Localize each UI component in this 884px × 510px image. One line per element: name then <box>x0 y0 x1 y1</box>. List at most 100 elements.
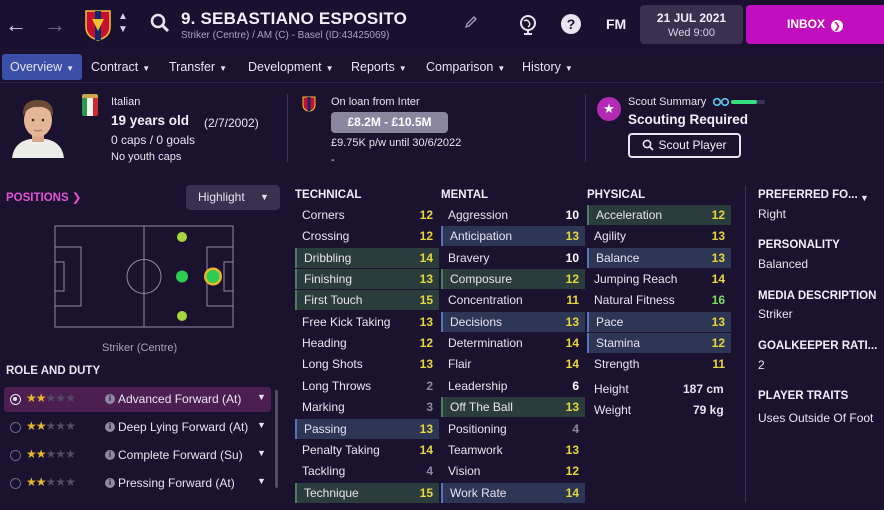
info-icon[interactable]: i <box>105 478 115 488</box>
chevron-down-icon[interactable]: ▼ <box>257 392 266 402</box>
tab-comparison[interactable]: Comparison ▼ <box>418 54 513 80</box>
attribute-row[interactable]: Free Kick Taking 13 <box>295 312 439 332</box>
attribute-row[interactable]: Marking 3 <box>295 397 439 417</box>
info-icon[interactable]: i <box>105 422 115 432</box>
attribute-row[interactable]: Aggression 10 <box>441 205 585 225</box>
attribute-name: Marking <box>302 400 345 415</box>
attribute-row[interactable]: Agility 13 <box>587 226 731 246</box>
player-subtitle: Striker (Centre) / AM (C) - Basel (ID:43… <box>181 30 390 41</box>
attribute-row[interactable]: Crossing 12 <box>295 226 439 246</box>
role-radio[interactable] <box>10 478 21 489</box>
loan-status: On loan from Inter <box>331 96 420 108</box>
attribute-row[interactable]: Teamwork 13 <box>441 440 585 460</box>
attribute-value: 13 <box>565 442 579 457</box>
role-radio[interactable] <box>10 450 21 461</box>
position-dot-aml[interactable] <box>177 232 187 242</box>
attribute-row[interactable]: Composure 12 <box>441 269 585 290</box>
attribute-row[interactable]: Concentration 11 <box>441 290 585 310</box>
inbox-button[interactable]: INBOX ❯ <box>746 5 884 44</box>
edit-pencil-icon[interactable] <box>464 15 478 29</box>
value-range[interactable]: £8.2M - £10.5M <box>331 112 448 133</box>
attribute-row[interactable]: Finishing 13 <box>295 269 439 290</box>
chevron-down-icon: ▼ <box>142 64 151 73</box>
role-row[interactable]: ★★★★★ i Complete Forward (Su) ▼ <box>4 443 271 468</box>
attribute-row[interactable]: Long Shots 13 <box>295 354 439 374</box>
attribute-name: Teamwork <box>448 442 503 457</box>
attribute-row[interactable]: Tackling 4 <box>295 461 439 481</box>
tab-label: Comparison <box>426 60 494 74</box>
info-icon[interactable]: i <box>105 394 115 404</box>
attribute-row[interactable]: Determination 14 <box>441 333 585 353</box>
switch-player-arrows-icon[interactable]: ▲ ▼ <box>118 10 128 36</box>
attribute-row[interactable]: Bravery 10 <box>441 248 585 268</box>
attribute-row[interactable]: Flair 14 <box>441 354 585 374</box>
back-arrow-icon[interactable]: ← <box>5 12 27 38</box>
info-icon[interactable]: i <box>105 450 115 460</box>
tab-development[interactable]: Development ▼ <box>240 54 342 80</box>
attribute-row[interactable]: Leadership 6 <box>441 376 585 396</box>
tab-reports[interactable]: Reports ▼ <box>343 54 415 80</box>
tab-transfer[interactable]: Transfer ▼ <box>161 54 235 80</box>
attribute-row[interactable]: Balance 13 <box>587 247 731 268</box>
star-icon: ★ <box>35 419 47 433</box>
attribute-name: Composure <box>450 272 513 287</box>
attribute-row[interactable]: Natural Fitness 16 <box>587 290 731 310</box>
attribute-row[interactable]: Decisions 13 <box>441 311 585 332</box>
attribute-value: 13 <box>419 357 433 372</box>
chevron-down-icon: ▼ <box>564 64 573 73</box>
position-dot-amr[interactable] <box>177 311 187 321</box>
star-icon: ★ <box>35 391 47 405</box>
tab-overview[interactable]: Overview ▼ <box>2 54 83 80</box>
role-row[interactable]: ★★★★★ i Deep Lying Forward (At) ▼ <box>4 415 271 440</box>
attribute-row[interactable]: Jumping Reach 14 <box>587 269 731 289</box>
attribute-row[interactable]: Anticipation 13 <box>441 226 585 247</box>
attribute-value: 13 <box>565 400 579 415</box>
role-scrollbar[interactable] <box>275 390 278 488</box>
attribute-row[interactable]: Technique 15 <box>295 482 439 503</box>
tab-contract[interactable]: Contract ▼ <box>83 54 158 80</box>
date-display[interactable]: 21 JUL 2021 Wed 9:00 <box>640 5 743 44</box>
scout-player-button[interactable]: Scout Player <box>628 133 741 158</box>
position-dot-amc[interactable] <box>176 270 188 283</box>
attribute-row[interactable]: Pace 13 <box>587 311 731 332</box>
chevron-down-icon: ▼ <box>398 64 407 73</box>
highlight-dropdown[interactable]: Highlight ▼ <box>186 185 280 210</box>
attribute-row[interactable]: Corners 12 <box>295 205 439 225</box>
attribute-name: Acceleration <box>596 208 663 222</box>
position-dot-st[interactable] <box>206 270 220 283</box>
tab-history[interactable]: History ▼ <box>514 54 581 80</box>
attribute-row[interactable]: Dribbling 14 <box>295 247 439 268</box>
role-row[interactable]: ★★★★★ i Advanced Forward (At) ▼ <box>4 387 271 412</box>
help-icon[interactable]: ? <box>561 14 581 34</box>
positions-link[interactable]: POSITIONS ❯ <box>6 190 81 204</box>
role-radio[interactable] <box>10 422 21 433</box>
attribute-row[interactable]: Heading 12 <box>295 333 439 353</box>
chevron-down-icon[interactable]: ▼ <box>257 476 266 486</box>
forward-arrow-icon[interactable]: → <box>44 12 66 38</box>
divider <box>287 94 288 162</box>
role-row[interactable]: ★★★★★ i Pressing Forward (At) ▼ <box>4 471 271 496</box>
globe-icon[interactable] <box>518 14 538 36</box>
chevron-down-icon[interactable]: ▼ <box>257 420 266 430</box>
chevron-down-icon[interactable]: ▼ <box>860 193 869 203</box>
fm-menu-button[interactable]: FM <box>606 16 626 32</box>
attribute-row[interactable]: Acceleration 12 <box>587 205 731 225</box>
attribute-row[interactable]: Off The Ball 13 <box>441 397 585 418</box>
club-crest-icon[interactable] <box>84 9 112 41</box>
attribute-name: Aggression <box>448 208 509 222</box>
chevron-down-icon[interactable]: ▼ <box>257 448 266 458</box>
search-icon[interactable] <box>150 13 170 33</box>
attribute-row[interactable]: Vision 12 <box>441 461 585 481</box>
attribute-row[interactable]: Work Rate 14 <box>441 482 585 503</box>
attribute-row[interactable]: Passing 13 <box>295 418 439 439</box>
media-description-value: Striker <box>758 307 793 321</box>
role-radio[interactable] <box>10 394 21 405</box>
attribute-row[interactable]: Strength 11 <box>587 354 731 374</box>
attribute-row[interactable]: Long Throws 2 <box>295 376 439 396</box>
attribute-row[interactable]: Positioning 4 <box>441 419 585 439</box>
attribute-value: 10 <box>565 250 579 265</box>
tab-label: History <box>522 60 561 74</box>
attribute-row[interactable]: Stamina 12 <box>587 333 731 354</box>
attribute-row[interactable]: Penalty Taking 14 <box>295 440 439 460</box>
attribute-row[interactable]: First Touch 15 <box>295 290 439 311</box>
